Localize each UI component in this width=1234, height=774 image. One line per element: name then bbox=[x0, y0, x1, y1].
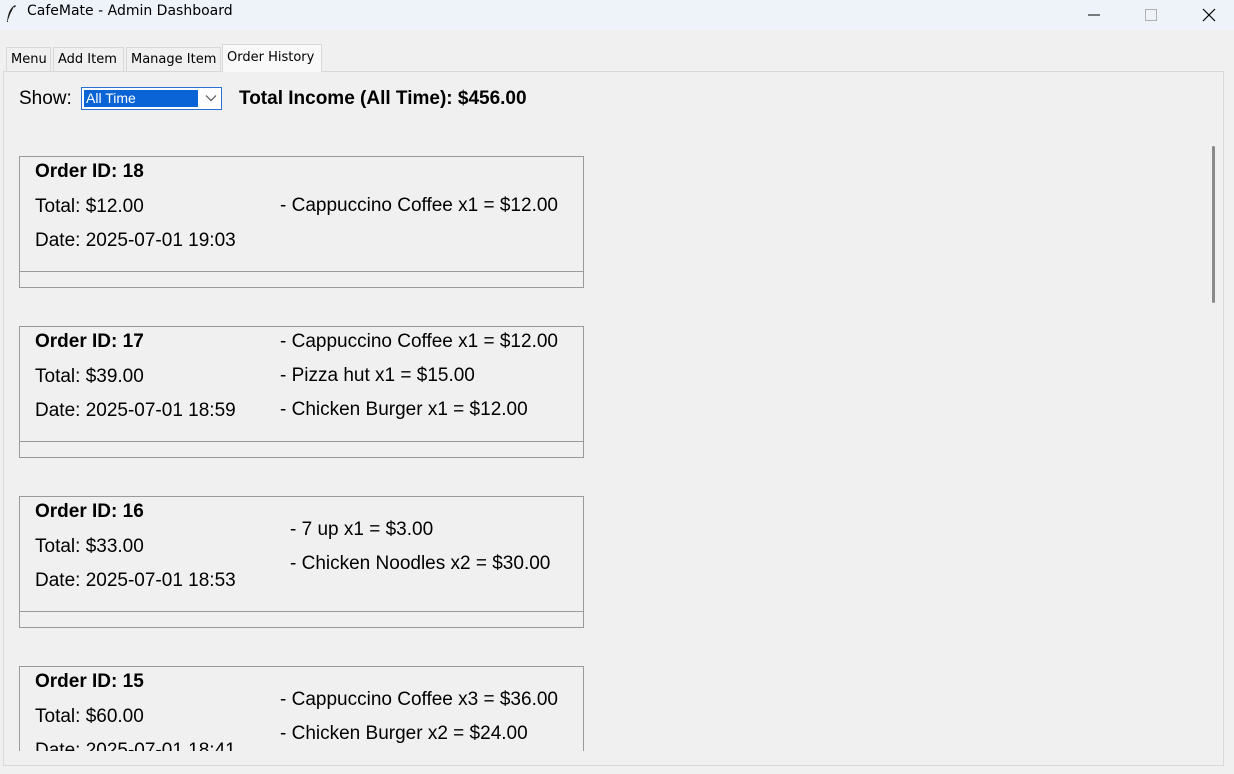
order-card: Order ID: 15 Total: $60.00 Date: 2025-07… bbox=[19, 666, 584, 751]
chevron-down-icon bbox=[205, 95, 217, 102]
orders-list[interactable]: Order ID: 18 Total: $12.00 Date: 2025-07… bbox=[5, 126, 1200, 751]
maximize-button[interactable] bbox=[1122, 0, 1180, 30]
order-card: Order ID: 18 Total: $12.00 Date: 2025-07… bbox=[19, 156, 584, 288]
time-range-selected: All Time bbox=[84, 90, 198, 107]
order-total: Total: $39.00 bbox=[35, 366, 144, 387]
feather-icon bbox=[7, 5, 16, 22]
tab-menu[interactable]: Menu bbox=[6, 47, 51, 71]
order-item: - Cappuccino Coffee x3 = $36.00 bbox=[280, 689, 558, 710]
order-total: Total: $12.00 bbox=[35, 196, 144, 217]
order-id: Order ID: 18 bbox=[35, 161, 144, 182]
total-income: Total Income (All Time): $456.00 bbox=[239, 88, 527, 109]
order-total: Total: $33.00 bbox=[35, 536, 144, 557]
order-item: - Cappuccino Coffee x1 = $12.00 bbox=[280, 195, 558, 216]
order-item: - 7 up x1 = $3.00 bbox=[290, 519, 434, 540]
order-date: Date: 2025-07-01 18:59 bbox=[35, 400, 236, 421]
minimize-button[interactable] bbox=[1065, 0, 1123, 30]
title-bar: CafeMate - Admin Dashboard bbox=[0, 0, 1234, 30]
order-id: Order ID: 15 bbox=[35, 671, 144, 692]
order-card: Order ID: 16 Total: $33.00 Date: 2025-07… bbox=[19, 496, 584, 628]
maximize-icon bbox=[1145, 9, 1157, 21]
order-item: - Pizza hut x1 = $15.00 bbox=[280, 365, 475, 386]
order-date: Date: 2025-07-01 19:03 bbox=[35, 230, 236, 251]
close-button[interactable] bbox=[1180, 0, 1234, 30]
order-item: - Cappuccino Coffee x1 = $12.00 bbox=[280, 331, 558, 352]
order-total: Total: $60.00 bbox=[35, 706, 144, 727]
order-id: Order ID: 17 bbox=[35, 331, 144, 352]
order-footer bbox=[20, 271, 583, 287]
order-item: - Chicken Noodles x2 = $30.00 bbox=[290, 553, 551, 574]
scrollbar-thumb[interactable] bbox=[1212, 146, 1215, 303]
order-date: Date: 2025-07-01 18:53 bbox=[35, 570, 236, 591]
order-item: - Chicken Burger x2 = $24.00 bbox=[280, 723, 528, 744]
tab-manage-item[interactable]: Manage Item bbox=[126, 47, 221, 71]
minimize-icon bbox=[1088, 14, 1100, 16]
window-title: CafeMate - Admin Dashboard bbox=[27, 3, 233, 19]
order-item: - Chicken Burger x1 = $12.00 bbox=[280, 399, 528, 420]
order-card: Order ID: 17 Total: $39.00 Date: 2025-07… bbox=[19, 326, 584, 458]
order-footer bbox=[20, 611, 583, 627]
tab-add-item[interactable]: Add Item bbox=[53, 47, 124, 71]
show-label: Show: bbox=[19, 88, 72, 109]
time-range-dropdown[interactable]: All Time bbox=[81, 87, 222, 110]
close-icon bbox=[1202, 8, 1216, 22]
order-date: Date: 2025-07-01 18:41 bbox=[35, 740, 236, 751]
tab-order-history[interactable]: Order History bbox=[222, 44, 322, 72]
vertical-scrollbar[interactable] bbox=[1202, 125, 1222, 765]
order-footer bbox=[20, 441, 583, 457]
order-id: Order ID: 16 bbox=[35, 501, 144, 522]
